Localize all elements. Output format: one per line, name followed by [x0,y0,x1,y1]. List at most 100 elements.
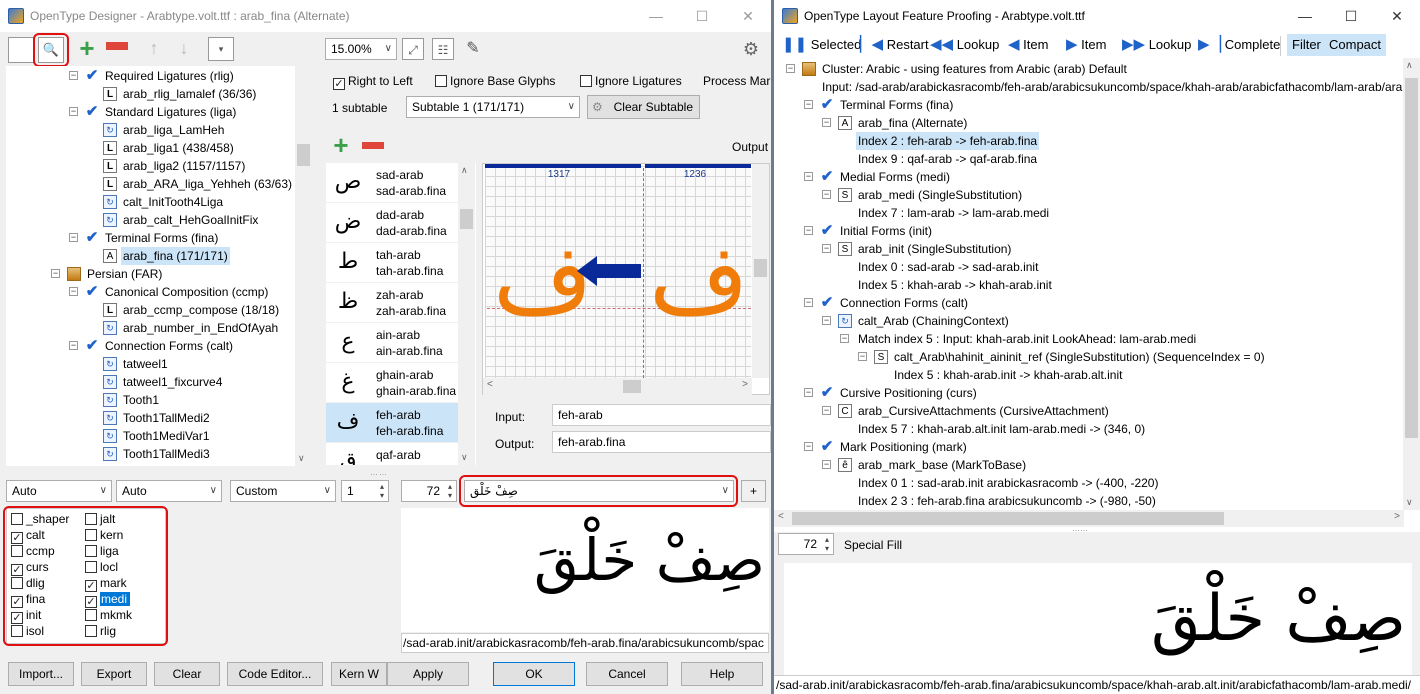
feature-tree-item[interactable]: ↻ Tooth1 [6,391,312,409]
table-view-icon[interactable] [8,37,34,63]
feature-tree-item[interactable]: ↻ Tooth1MediVar1 [6,427,312,445]
glyph-pair-item[interactable]: ص sad-arab sad-arab.fina [326,163,458,203]
preview-vscroll[interactable] [752,164,769,378]
collapse-toggle-icon[interactable]: − [822,190,831,199]
proof-tree-hscroll[interactable]: < > [774,510,1404,527]
close-button[interactable]: ✕ [725,0,771,32]
collapse-toggle-icon[interactable]: − [822,118,831,127]
proof-tree-item[interactable]: − Carab_CursiveAttachments (CursiveAttach… [774,402,1404,420]
collapse-toggle-icon[interactable]: − [804,226,813,235]
preview-hscroll[interactable]: < > [483,378,752,395]
proof-minimize-button[interactable]: — [1282,0,1328,32]
feature-tree-item[interactable]: − ✔ Canonical Composition (ccmp) [6,283,312,301]
proof-tree-item[interactable]: Index 5 7 : khah-arab.alt.init lam-arab.… [774,420,1404,438]
proof-close-button[interactable]: ✕ [1374,0,1420,32]
feature-tree-item[interactable]: − ✔ Connection Forms (calt) [6,337,312,355]
process-marks-label[interactable]: Process Mark [703,74,771,88]
feature-tree-item[interactable]: ↻ tatweel1 [6,355,312,373]
feature-tree-item[interactable]: Larab_ccmp_compose (18/18) [6,301,312,319]
remove-icon[interactable] [106,42,128,50]
glyph-pair-item[interactable]: ط tah-arab tah-arab.fina [326,243,458,283]
collapse-toggle-icon[interactable]: − [804,172,813,181]
proof-tree-item[interactable]: − Aarab_fina (Alternate) [774,114,1404,132]
proof-maximize-button[interactable]: ☐ [1328,0,1374,32]
script-select[interactable]: Auto ∨ [6,480,112,502]
add-text-button[interactable]: + [741,480,766,502]
remove-glyph-icon[interactable] [362,142,384,149]
glyph-list-scrollbar[interactable]: ∧ ∨ [458,163,475,465]
collapse-toggle-icon[interactable]: − [51,269,60,278]
feature-tree-item[interactable]: ↻ tatweel1_fixcurve4 [6,373,312,391]
glyph-pair-item[interactable]: ف feh-arab feh-arab.fina [326,403,458,443]
collapse-toggle-icon[interactable]: − [840,334,849,343]
glyph-pair-item[interactable]: ع ain-arab ain-arab.fina [326,323,458,363]
feature-tree-item[interactable]: Aarab_fina (171/171) [6,247,312,265]
filter-toggle[interactable]: Filter [1287,34,1326,56]
export-button[interactable]: Export [81,662,147,686]
proof-tree-item[interactable]: − ✔ Initial Forms (init) [774,222,1404,240]
selected-button[interactable]: ❚❚ Selected [782,34,861,56]
kern-wizard-button[interactable]: Kern W [331,662,387,686]
collapse-toggle-icon[interactable]: − [69,71,78,80]
collapse-toggle-icon[interactable]: − [822,316,831,325]
proof-tree[interactable]: − Cluster: Arabic - using features from A… [774,58,1404,510]
add-glyph-icon[interactable]: + [330,132,352,158]
collapse-toggle-icon[interactable]: − [69,341,78,350]
proof-glyph-path[interactable]: /sad-arab.init/arabickasracomb/feh-arab.… [774,675,1420,694]
feature-tree-item[interactable]: Larab_liga1 (438/458) [6,139,312,157]
restart-button[interactable]: ▏◀ Restart [860,34,929,56]
collapse-toggle-icon[interactable]: − [804,298,813,307]
grid-icon[interactable]: ☷ [432,38,454,60]
proof-font-size-stepper[interactable]: 72 ▴ ▾ [778,533,834,555]
prev-lookup-button[interactable]: ◀◀ Lookup [930,34,999,56]
feature-tree-item[interactable]: − ✔ Terminal Forms (fina) [6,229,312,247]
dropdown-menu-icon[interactable]: ▾ [208,37,234,61]
code-editor-button[interactable]: Code Editor... [227,662,323,686]
prev-item-button[interactable]: ◀ Item [1008,34,1048,56]
feature-tree-item[interactable]: ↻ Tooth1TallMedi2 [6,409,312,427]
move-up-icon[interactable]: ↑ [143,37,165,59]
proof-tree-item[interactable]: Index 2 3 : feh-arab.fina arabicsukuncom… [774,492,1404,510]
collapse-toggle-icon[interactable]: − [822,406,831,415]
edit-icon[interactable]: ✎ [462,38,484,60]
collapse-toggle-icon[interactable]: − [69,287,78,296]
glyph-pair-list[interactable]: ص sad-arab sad-arab.fina ض dad-arab dad-arab.… [326,163,476,465]
proof-tree-item[interactable]: Index 7 : lam-arab -> lam-arab.medi [774,204,1404,222]
move-down-icon[interactable]: ↓ [173,37,195,59]
proof-tree-item[interactable]: − ✔ Medial Forms (medi) [774,168,1404,186]
feature-tree-item[interactable]: ↻ Tooth1TallMedi3 [6,445,312,463]
output-field[interactable]: feh-arab.fina [552,431,771,453]
maximize-button[interactable]: ☐ [679,0,725,32]
input-field[interactable]: feh-arab [552,404,771,426]
proof-tree-item[interactable]: − Match index 5 : Input: khah-arab.init L… [774,330,1404,348]
proof-tree-item[interactable]: Index 0 1 : sad-arab.init arabickasracom… [774,474,1404,492]
proof-tree-item[interactable]: − Sarab_init (SingleSubstitution) [774,240,1404,258]
ignore-ligatures-checkbox[interactable]: Ignore Ligatures [580,73,682,89]
proof-tree-item[interactable]: Index 9 : qaf-arab -> qaf-arab.fina [774,150,1404,168]
import-button[interactable]: Import... [8,662,74,686]
proof-tree-item[interactable]: Index 5 : khah-arab -> khah-arab.init [774,276,1404,294]
feature-tree-item[interactable]: Larab_rlig_lamalef (36/36) [6,85,312,103]
proof-tree-item[interactable]: − ↻ calt_Arab (ChainingContext) [774,312,1404,330]
apply-button[interactable]: Apply [387,662,469,686]
subtable-select[interactable]: Subtable 1 (171/171) ∨ [406,96,580,118]
proof-tree-item[interactable]: Index 5 : khah-arab.init -> khah-arab.al… [774,366,1404,384]
proof-tree-item[interactable]: Index 2 : feh-arab -> feh-arab.fina [774,132,1404,150]
proof-tree-item[interactable]: Input: /sad-arab/arabickasracomb/feh-ara… [774,78,1404,96]
glyph-pair-item[interactable]: ظ zah-arab zah-arab.fina [326,283,458,323]
settings-gear-icon[interactable]: ⚙ [740,38,762,60]
collapse-toggle-icon[interactable]: − [804,442,813,451]
glyph-path-field[interactable]: /sad-arab.init/arabickasracomb/feh-arab.… [401,633,769,653]
next-lookup-button[interactable]: ▶▶ Lookup [1122,34,1191,56]
minimize-button[interactable]: — [633,0,679,32]
collapse-toggle-icon[interactable]: − [69,107,78,116]
add-icon[interactable]: + [76,35,98,61]
language-select[interactable]: Auto ∨ [116,480,222,502]
collapse-toggle-icon[interactable]: − [804,388,813,397]
collapse-toggle-icon[interactable]: − [822,244,831,253]
glyph-pair-item[interactable]: غ ghain-arab ghain-arab.fina [326,363,458,403]
glyph-preview-pane[interactable]: 1317 1236 ف ف < > [482,163,770,395]
feature-tree-item[interactable]: Larab_ARA_liga_Yehheh (63/63) [6,175,312,193]
glyph-pair-item[interactable]: ض dad-arab dad-arab.fina [326,203,458,243]
collapse-toggle-icon[interactable]: − [858,352,867,361]
